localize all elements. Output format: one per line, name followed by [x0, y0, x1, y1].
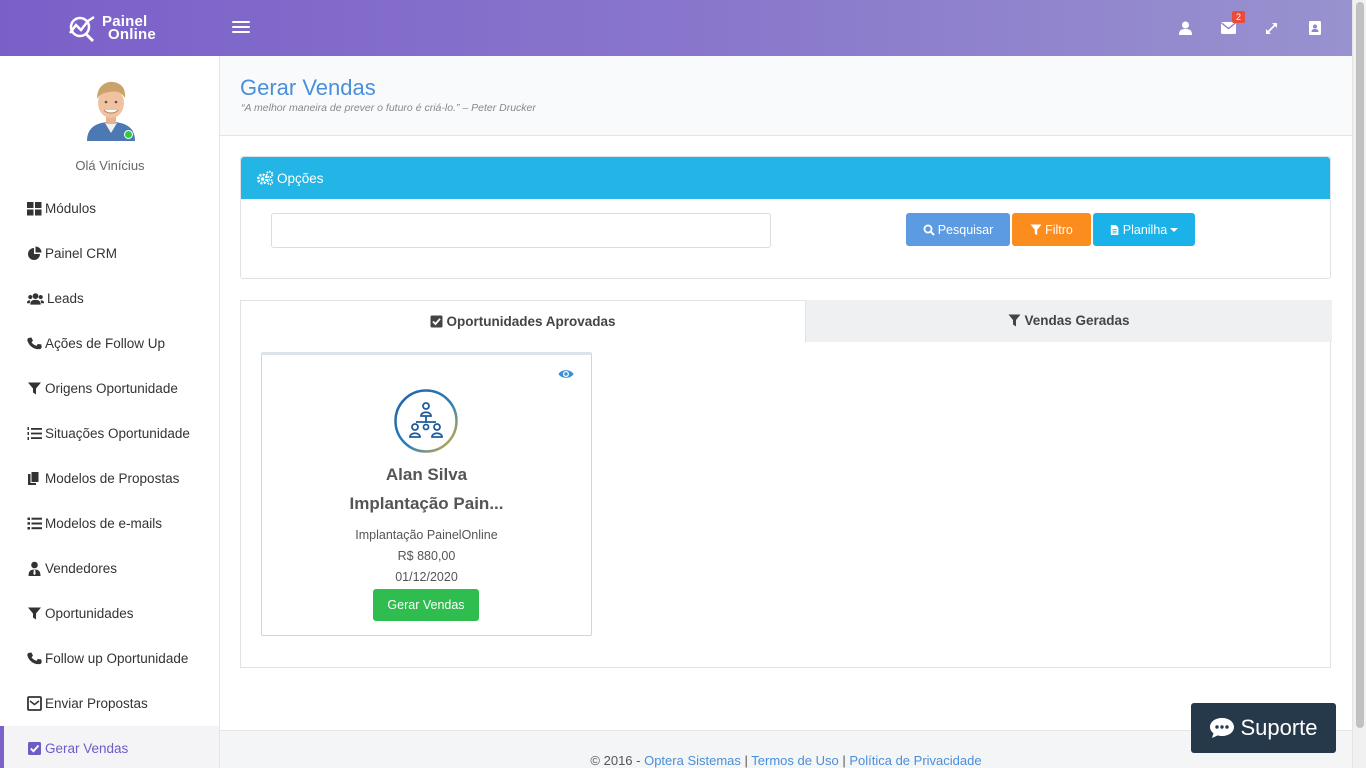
filter-icon	[1008, 314, 1021, 327]
list-ol-icon	[27, 427, 42, 440]
sidebar-item-situacoes-oportunidade[interactable]: Situações Oportunidade	[0, 411, 219, 456]
footer: © 2016 - Optera Sistemas | Termos de Uso…	[220, 730, 1352, 768]
card-opportunity-title: Implantação Pain...	[349, 494, 504, 513]
search-input[interactable]	[271, 213, 771, 248]
filter-icon	[28, 382, 41, 395]
phone-icon	[27, 652, 42, 665]
generate-sale-button[interactable]: Gerar Vendas	[373, 589, 479, 621]
mail-count-badge: 2	[1232, 11, 1246, 23]
tab-vendas-geradas[interactable]: Vendas Geradas	[806, 300, 1332, 342]
footer-link-privacy[interactable]: Política de Privacidade	[849, 753, 981, 768]
sidebar-item-label: Modelos de Propostas	[45, 471, 180, 486]
footer-copyright: © 2016 -	[590, 753, 645, 768]
options-panel: Opções Pesquisar Filtro Planilha	[240, 156, 1331, 279]
top-navbar: Painel Online 2	[0, 0, 1352, 56]
pie-chart-icon	[28, 246, 42, 260]
envelope-icon[interactable]: 2	[1207, 0, 1250, 56]
sidebar-item-painel-crm[interactable]: Painel CRM	[0, 231, 219, 276]
online-status-dot	[124, 130, 133, 139]
sidebar-item-modelos-propostas[interactable]: Modelos de Propostas	[0, 456, 219, 501]
support-label: Suporte	[1240, 715, 1318, 740]
page-header: Gerar Vendas “A melhor maneira de prever…	[220, 56, 1352, 136]
spreadsheet-button-label: Planilha	[1122, 222, 1168, 237]
cogs-icon	[257, 170, 274, 186]
sidebar-item-label: Leads	[47, 291, 84, 306]
search-button[interactable]: Pesquisar	[906, 213, 1010, 246]
sidebar-menu: Módulos Painel CRM Leads Ações de Follow…	[0, 186, 219, 768]
scrollbar-thumb[interactable]	[1356, 2, 1364, 728]
support-chat-button[interactable]: Suporte	[1191, 703, 1336, 753]
check-square-icon	[28, 742, 41, 755]
footer-separator: |	[838, 753, 850, 768]
sidebar-item-modulos[interactable]: Módulos	[0, 186, 219, 231]
sidebar-item-modelos-emails[interactable]: Modelos de e-mails	[0, 501, 219, 546]
card-value: R$ 880,00	[397, 549, 456, 563]
filter-icon	[1030, 224, 1042, 235]
chat-bubble-icon	[1210, 718, 1235, 738]
file-text-icon	[1110, 224, 1119, 235]
sidebar-item-label: Ações de Follow Up	[45, 336, 166, 351]
tab-label: Vendas Geradas	[1024, 313, 1130, 328]
tab-label: Oportunidades Aprovadas	[446, 314, 616, 329]
caret-down-icon	[1170, 227, 1179, 232]
team-hierarchy-icon	[394, 389, 458, 453]
sidebar-item-gerar-vendas[interactable]: Gerar Vendas	[0, 726, 219, 768]
menu-toggle-icon[interactable]	[232, 18, 250, 38]
sidebar-item-origens-oportunidade[interactable]: Origens Oportunidade	[0, 366, 219, 411]
tab-oportunidades-aprovadas[interactable]: Oportunidades Aprovadas	[240, 300, 806, 342]
options-panel-heading: Opções	[241, 157, 1330, 199]
card-client-name: Alan Silva	[385, 465, 468, 484]
check-square-icon	[430, 315, 443, 328]
user-tie-icon	[28, 561, 41, 576]
user-icon[interactable]	[1164, 0, 1207, 56]
address-book-icon[interactable]	[1293, 0, 1336, 56]
filter-icon	[28, 607, 41, 620]
expand-icon[interactable]	[1250, 0, 1293, 56]
footer-link-optera[interactable]: Optera Sistemas	[644, 753, 741, 768]
eye-icon[interactable]	[558, 368, 574, 380]
sidebar-item-acoes-follow-up[interactable]: Ações de Follow Up	[0, 321, 219, 366]
sidebar-item-oportunidades[interactable]: Oportunidades	[0, 591, 219, 636]
footer-separator: |	[740, 753, 752, 768]
filter-button[interactable]: Filtro	[1012, 213, 1091, 246]
sidebar-item-label: Gerar Vendas	[45, 741, 129, 756]
page-title: Gerar Vendas	[240, 75, 376, 100]
brand-line-2: Online	[108, 26, 156, 43]
opportunity-card: Alan Silva Implantação Pain... Implantaç…	[261, 352, 592, 636]
sidebar-item-label: Módulos	[45, 201, 97, 216]
sidebar-item-label: Origens Oportunidade	[45, 381, 178, 396]
sidebar-item-label: Enviar Propostas	[45, 696, 148, 711]
sidebar-item-label: Modelos de e-mails	[45, 516, 163, 531]
sidebar-item-vendedores[interactable]: Vendedores	[0, 546, 219, 591]
spreadsheet-dropdown-button[interactable]: Planilha	[1093, 213, 1195, 246]
sidebar-item-leads[interactable]: Leads	[0, 276, 219, 321]
page-scrollbar[interactable]	[1352, 0, 1366, 768]
search-icon	[923, 224, 935, 236]
sidebar-item-label: Painel CRM	[45, 246, 118, 261]
search-button-label: Pesquisar	[937, 222, 994, 237]
logo-icon	[69, 15, 95, 43]
sidebar-item-label: Oportunidades	[45, 606, 134, 621]
files-icon	[28, 471, 40, 485]
footer-link-terms[interactable]: Termos de Uso	[751, 753, 838, 768]
sidebar: Olá Vinícius Módulos Painel CRM Leads Aç…	[0, 56, 220, 768]
sidebar-item-follow-up-oportunidade[interactable]: Follow up Oportunidade	[0, 636, 219, 681]
phone-icon	[27, 337, 42, 350]
envelope-square-icon	[27, 696, 42, 711]
list-icon	[27, 517, 42, 530]
users-icon	[27, 293, 44, 305]
filter-button-label: Filtro	[1045, 222, 1073, 237]
options-panel-title: Opções	[277, 170, 324, 186]
page-quote: “A melhor maneira de prever o futuro é c…	[241, 102, 536, 114]
brand-logo[interactable]: Painel Online	[66, 12, 156, 44]
th-large-icon	[27, 202, 42, 216]
sidebar-item-label: Follow up Oportunidade	[45, 651, 189, 666]
sidebar-item-label: Situações Oportunidade	[45, 426, 190, 441]
tabs-container: Oportunidades Aprovadas Vendas Geradas A…	[240, 300, 1332, 668]
card-date: 01/12/2020	[395, 570, 458, 584]
sidebar-item-label: Vendedores	[45, 561, 118, 576]
sidebar-item-enviar-propostas[interactable]: Enviar Propostas	[0, 681, 219, 726]
card-description: Implantação PainelOnline	[355, 528, 498, 542]
user-greeting: Olá Vinícius	[75, 158, 145, 173]
